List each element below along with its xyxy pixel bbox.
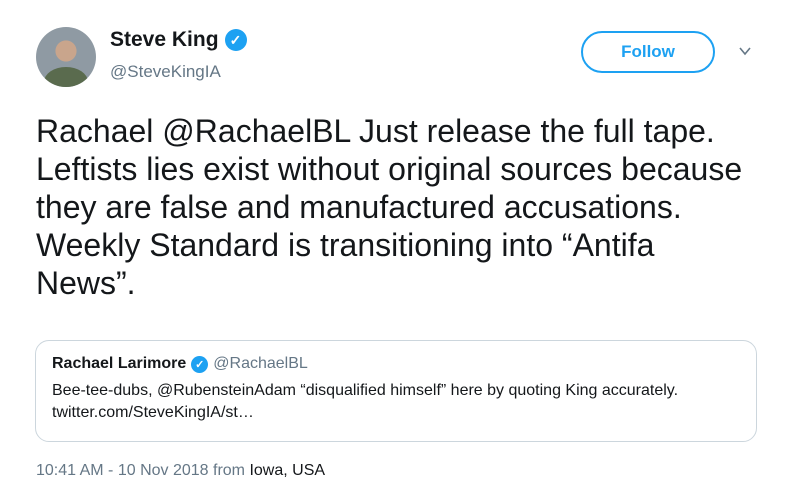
tweet-text: Rachael @RachaelBL Just release the full…: [36, 113, 743, 301]
author-name[interactable]: Steve King: [110, 28, 219, 52]
author-handle[interactable]: @SteveKingIA: [110, 62, 221, 82]
quoted-author-name: Rachael Larimore: [52, 355, 187, 372]
quoted-tweet-card[interactable]: Rachael Larimore ✓ @RachaelBL Bee-tee-du…: [35, 340, 757, 442]
quoted-author-handle: @RachaelBL: [213, 355, 308, 372]
author-name-row[interactable]: Steve King ✓: [110, 28, 247, 52]
quoted-verified-badge-icon: ✓: [191, 355, 209, 373]
author-avatar[interactable]: [36, 27, 96, 87]
timestamp-text[interactable]: 10:41 AM - 10 Nov 2018 from: [36, 462, 245, 479]
quoted-tweet-header: Rachael Larimore ✓ @RachaelBL: [52, 355, 740, 373]
verified-badge-icon: ✓: [224, 29, 247, 51]
tweet-location[interactable]: Iowa, USA: [249, 462, 325, 479]
follow-button[interactable]: Follow: [581, 31, 715, 73]
tweet-timestamp: 10:41 AM - 10 Nov 2018 from Iowa, USA: [36, 462, 325, 480]
quoted-tweet-text: Bee-tee-dubs, @RubensteinAdam “disqualif…: [52, 382, 679, 421]
chevron-down-icon[interactable]: [738, 44, 752, 58]
